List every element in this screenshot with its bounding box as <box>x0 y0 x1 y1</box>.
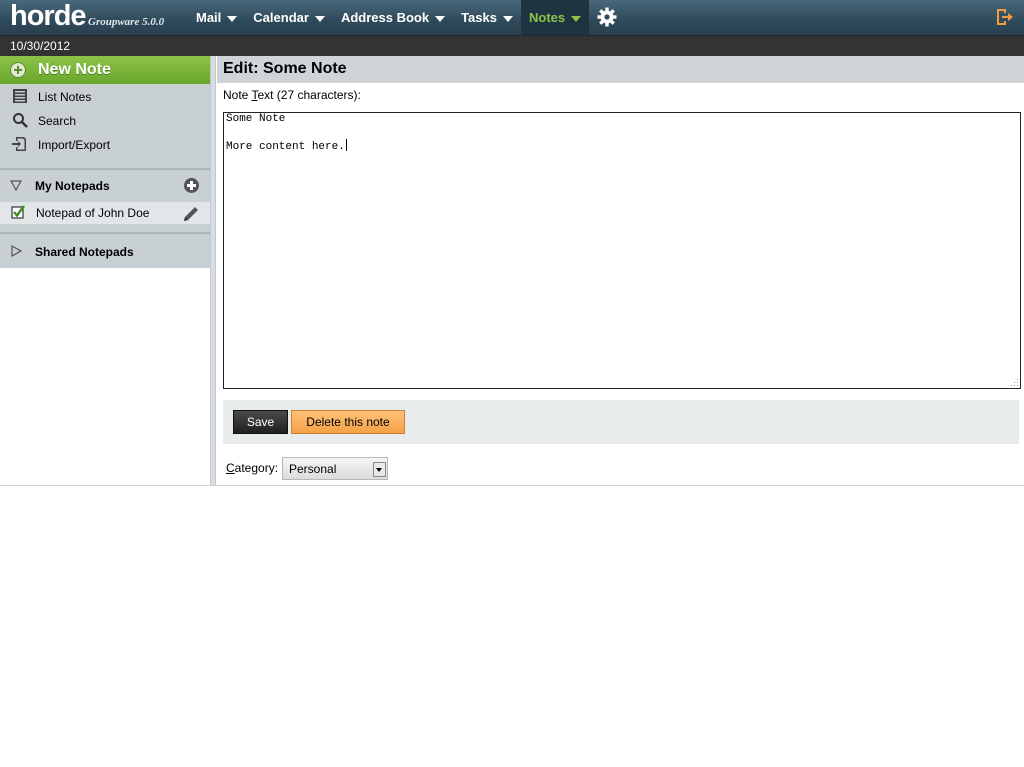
sidebar-item-label: Search <box>38 114 77 128</box>
settings-gear-icon[interactable] <box>596 6 618 28</box>
save-button[interactable]: Save <box>233 410 288 434</box>
sidebar-item-search[interactable]: Search <box>0 108 210 132</box>
sidebar: New Note List Notes Search Import/Export… <box>0 56 210 485</box>
notepad-item[interactable]: Notepad of John Doe <box>0 202 210 224</box>
sidebar-item-list-notes[interactable]: List Notes <box>0 84 210 108</box>
my-notepads-title: My Notepads <box>35 179 110 193</box>
menu-mail[interactable]: Mail <box>188 0 245 35</box>
menu-notes-label: Notes <box>528 10 566 25</box>
new-note-label: New Note <box>38 61 111 78</box>
note-label-prefix: Note <box>223 88 252 102</box>
my-notepads-header[interactable]: My Notepads <box>0 170 210 200</box>
sidebar-nav: List Notes Search Import/Export <box>0 84 210 168</box>
page-title: Edit: Some Note <box>223 60 347 77</box>
shared-notepads-header[interactable]: Shared Notepads <box>0 236 210 266</box>
search-icon <box>13 113 28 128</box>
category-select[interactable]: Personal <box>282 457 388 480</box>
resize-grip-icon[interactable] <box>1009 377 1019 387</box>
sidebar-item-label: List Notes <box>38 90 92 104</box>
sidebar-item-label: Import/Export <box>38 138 111 152</box>
menu-calendar[interactable]: Calendar <box>245 0 333 35</box>
category-label: Category: <box>226 461 278 475</box>
logout-icon[interactable] <box>994 7 1014 27</box>
collapsed-triangle-icon <box>11 245 22 257</box>
menu-address-book-label: Address Book <box>340 10 430 25</box>
logo-version: Groupware 5.0.0 <box>88 16 165 28</box>
action-bar: Save Delete this note <box>223 400 1019 444</box>
note-textarea[interactable]: Some Note More content here. <box>223 112 1021 389</box>
category-selected-value: Personal <box>289 462 337 476</box>
note-line-with-cursor: More content here. <box>226 139 347 153</box>
edit-header: Edit: Some Note <box>217 56 1024 83</box>
frame-bottom-border <box>0 485 1024 486</box>
current-date: 10/30/2012 <box>10 39 71 53</box>
chevron-down-icon <box>227 15 238 22</box>
sidebar-resize-handle[interactable] <box>210 56 216 485</box>
notepad-label: Notepad of John Doe <box>36 206 150 220</box>
list-notes-icon <box>13 89 27 103</box>
note-line: More content here. <box>226 141 345 153</box>
note-label-suffix: ext (27 characters): <box>257 88 361 102</box>
note-text-label: Note Text (27 characters): <box>223 88 361 102</box>
edit-pencil-icon[interactable] <box>182 205 200 223</box>
delete-note-button[interactable]: Delete this note <box>291 410 405 434</box>
category-label-rest: ategory: <box>234 461 279 475</box>
menu-notes[interactable]: Notes <box>520 0 590 35</box>
new-note-button[interactable]: New Note <box>0 56 210 84</box>
top-navigation-bar: horde Groupware 5.0.0 Mail Calendar Addr… <box>0 0 1024 36</box>
main-content: Edit: Some Note Note Text (27 characters… <box>217 56 1024 485</box>
sidebar-item-import-export[interactable]: Import/Export <box>0 132 210 156</box>
category-label-accesskey: C <box>226 461 235 475</box>
text-cursor <box>345 139 347 151</box>
menu-address-book[interactable]: Address Book <box>333 0 453 35</box>
logo-text: horde <box>10 0 87 32</box>
menu-calendar-label: Calendar <box>253 10 309 25</box>
chevron-down-icon <box>571 15 582 22</box>
shared-notepads-title: Shared Notepads <box>35 245 134 259</box>
menu-mail-label: Mail <box>196 10 222 25</box>
chevron-down-icon <box>502 15 513 22</box>
chevron-down-icon <box>314 15 325 22</box>
main-menu: Mail Calendar Address Book Tasks Notes <box>188 0 590 35</box>
note-line: Some Note <box>226 113 286 125</box>
add-icon <box>10 62 26 78</box>
menu-tasks[interactable]: Tasks <box>453 0 521 35</box>
menu-tasks-label: Tasks <box>461 10 497 25</box>
add-notepad-icon[interactable] <box>184 178 199 193</box>
shared-notepads-section: Shared Notepads <box>0 234 210 268</box>
checkbox-checked-icon[interactable] <box>11 205 25 219</box>
expanded-triangle-icon <box>10 180 22 191</box>
dropdown-arrow-icon <box>373 462 386 477</box>
import-export-icon <box>12 137 26 151</box>
chevron-down-icon <box>435 15 446 22</box>
date-bar: 10/30/2012 <box>0 36 1024 56</box>
